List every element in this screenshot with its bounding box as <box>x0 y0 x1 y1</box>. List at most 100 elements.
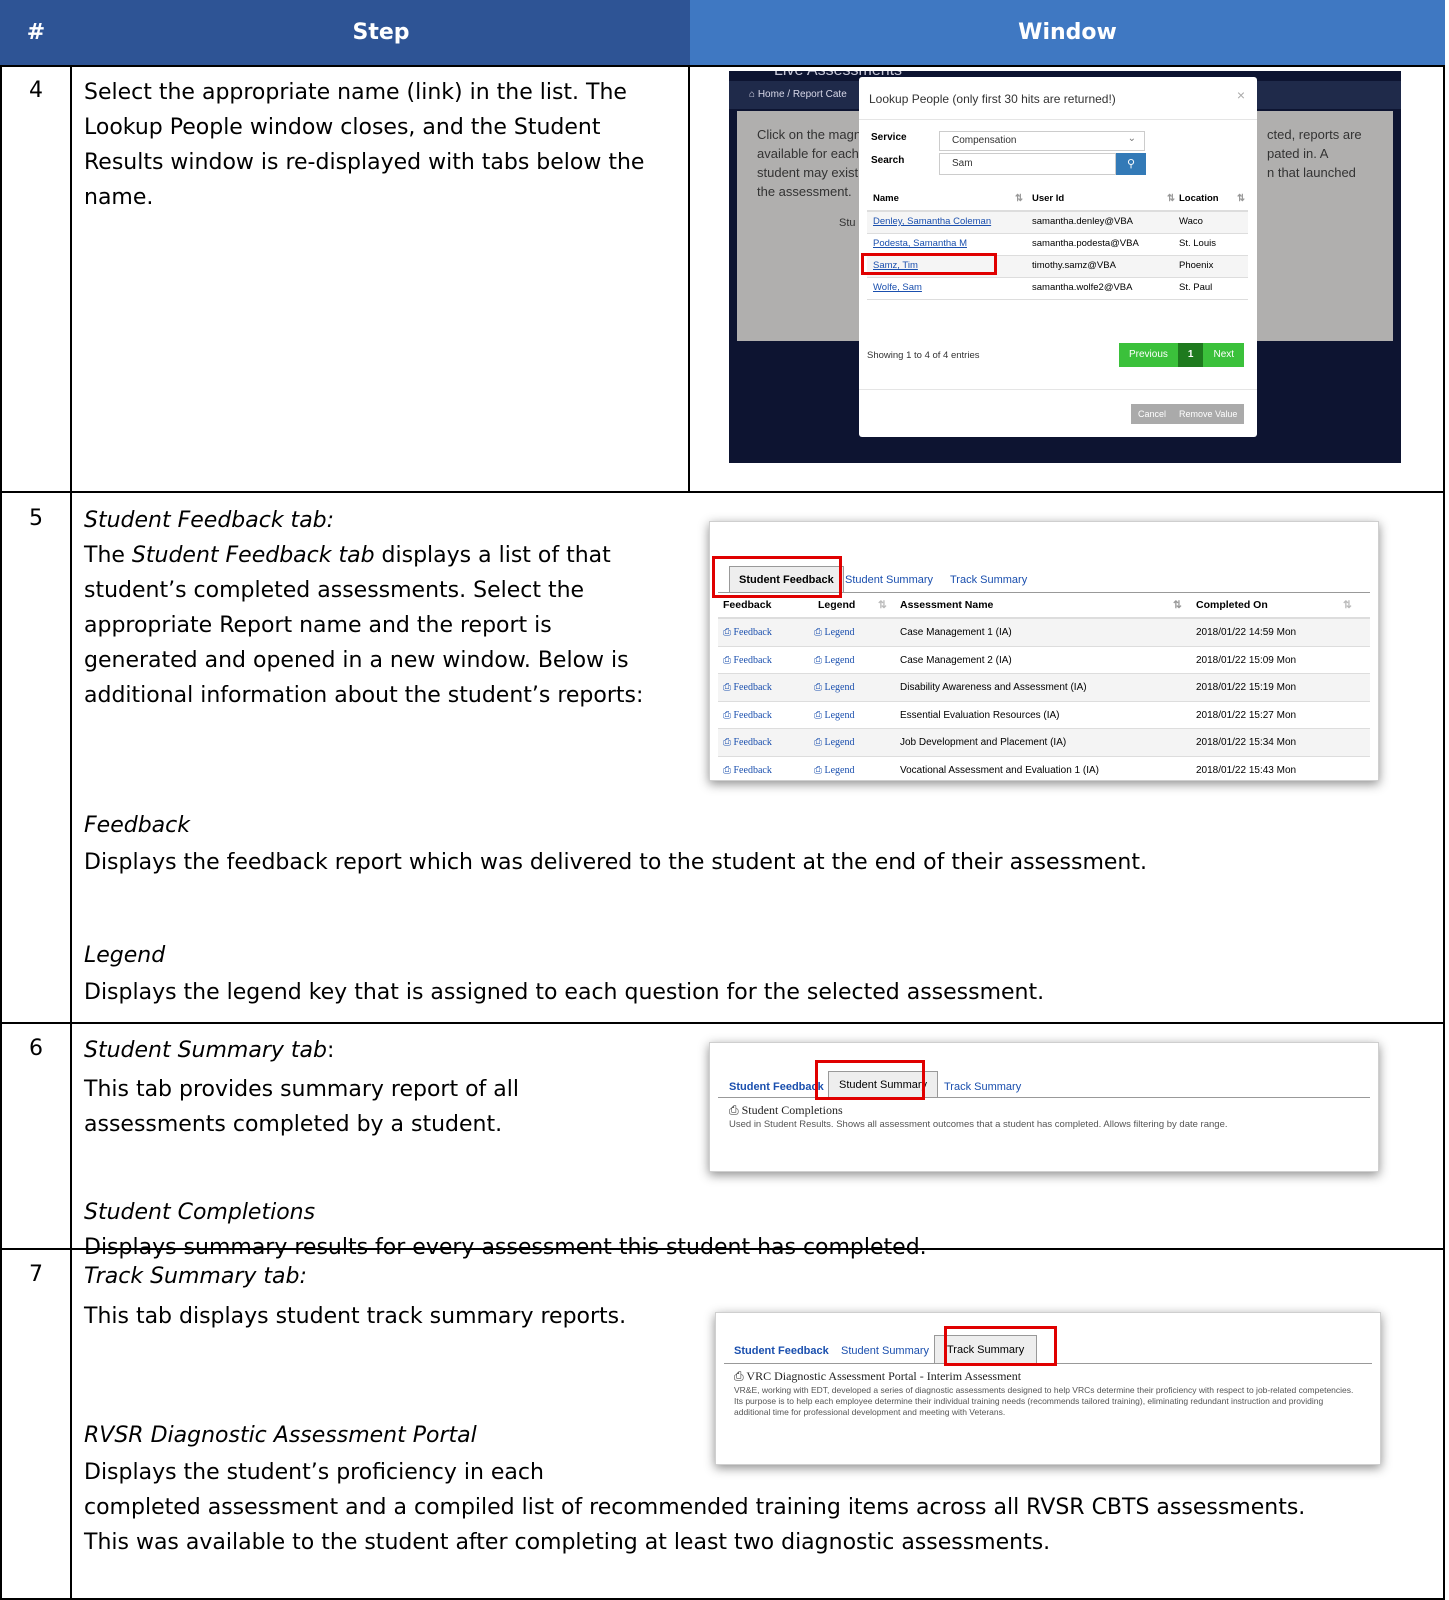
completed-on: 2018/01/22 15:27 Mon <box>1196 709 1297 721</box>
print-icon: ⎙ <box>814 682 822 693</box>
legend-link[interactable]: ⎙ Legend <box>814 655 855 666</box>
person-user-id: timothy.samz@VBA <box>1032 260 1116 271</box>
assessment-name: Case Management 1 (IA) <box>900 627 1012 638</box>
column-divider <box>70 65 72 1600</box>
row-divider <box>0 1022 1445 1024</box>
sort-icon[interactable]: ⇅ <box>1173 599 1182 611</box>
sort-icon[interactable]: ⇅ <box>1237 193 1245 204</box>
person-user-id: samantha.podesta@VBA <box>1032 238 1139 249</box>
sort-icon[interactable]: ⇅ <box>878 599 887 611</box>
student-completions-link[interactable]: ⎙ Student Completions <box>729 1103 843 1118</box>
search-button[interactable]: ⚲ <box>1116 153 1146 175</box>
step-number: 6 <box>29 1036 43 1061</box>
rvsr-text-line-3: This was available to the student after … <box>84 1530 1051 1555</box>
service-select[interactable]: Compensation ⌄ <box>939 131 1145 151</box>
step-title: Track Summary tab: <box>84 1264 307 1289</box>
sort-icon[interactable]: ⇅ <box>1343 599 1352 611</box>
step-text: Select the appropriate name (link) in th… <box>84 80 645 210</box>
tab-student-feedback[interactable]: Student Feedback <box>729 1081 824 1093</box>
step-text: This tab provides summary report of all … <box>84 1077 519 1137</box>
previous-button[interactable]: Previous <box>1119 343 1178 367</box>
print-icon: ⎙ <box>814 627 822 638</box>
feedback-description: Displays the feedback report which was d… <box>84 850 1147 875</box>
sort-icon[interactable]: ⇅ <box>1167 193 1175 204</box>
page-1-button[interactable]: 1 <box>1177 343 1204 367</box>
assessment-name: Job Development and Placement (IA) <box>900 737 1067 748</box>
lookup-people-screenshot: Live Assessments ⌂ Home / Report Cate Cl… <box>729 71 1401 463</box>
legend-link[interactable]: ⎙ Legend <box>814 710 855 721</box>
step-number: 7 <box>29 1262 43 1287</box>
close-icon[interactable]: × <box>1237 87 1245 103</box>
print-icon: ⎙ <box>814 764 822 776</box>
step-text: This tab displays student track summary … <box>84 1304 627 1329</box>
person-location: St. Paul <box>1179 282 1213 293</box>
subheading-student-completions: Student Completions <box>84 1200 316 1225</box>
people-table: Name ⇅ User Id ⇅ Location ⇅ Denley, Sama… <box>867 190 1248 300</box>
print-icon: ⎙ <box>814 737 822 748</box>
background-text: Click on the magn available for each stu… <box>757 127 862 229</box>
highlight-box <box>944 1326 1057 1366</box>
table-header: Name ⇅ User Id ⇅ Location ⇅ <box>867 190 1248 212</box>
header-window: Window <box>690 0 1445 65</box>
pagination: Previous 1 Next <box>1119 343 1245 367</box>
student-summary-screenshot: Student Feedback Student Summary Track S… <box>709 1042 1379 1172</box>
row-divider <box>0 491 1445 493</box>
print-icon: ⎙ <box>723 737 731 748</box>
person-location: Waco <box>1179 216 1203 227</box>
completed-on: 2018/01/22 14:59 Mon <box>1196 627 1297 638</box>
print-icon: ⎙ <box>814 709 822 721</box>
step-title: Student Summary tab: <box>84 1038 335 1063</box>
column-divider <box>0 65 2 1600</box>
feedback-link[interactable]: ⎙ Feedback <box>723 627 772 638</box>
track-portal-link[interactable]: ⎙ VRC Diagnostic Assessment Portal - Int… <box>734 1369 1021 1384</box>
feedback-link[interactable]: ⎙ Feedback <box>723 655 772 666</box>
feedback-link[interactable]: ⎙ Feedback <box>723 765 772 776</box>
tab-student-summary[interactable]: Student Summary <box>841 1345 929 1357</box>
person-location: St. Louis <box>1179 238 1216 249</box>
legend-link[interactable]: ⎙ Legend <box>814 627 855 638</box>
column-divider <box>1443 65 1445 1600</box>
legend-link[interactable]: ⎙ Legend <box>814 765 855 776</box>
next-button[interactable]: Next <box>1203 343 1245 367</box>
table-row: ⎙ Feedback ⎙ Legend Case Management 1 (IA)… <box>718 619 1370 647</box>
feedback-link[interactable]: ⎙ Feedback <box>723 682 772 693</box>
print-icon: ⎙ <box>723 764 731 776</box>
person-name-link[interactable]: Denley, Samantha Coleman <box>873 216 991 227</box>
search-label: Search <box>871 155 905 166</box>
step-text: The Student Feedback tab displays a list… <box>84 543 644 708</box>
highlight-box <box>815 1060 925 1100</box>
subheading-legend: Legend <box>84 943 166 968</box>
row-divider <box>0 65 1445 67</box>
person-name-link[interactable]: Wolfe, Sam <box>873 282 922 293</box>
legend-link[interactable]: ⎙ Legend <box>814 737 855 748</box>
table-row: ⎙ Feedback ⎙ Legend Essential Evaluation R… <box>718 702 1370 729</box>
showing-count: Showing 1 to 4 of 4 entries <box>867 350 980 361</box>
chevron-down-icon: ⌄ <box>1127 133 1136 144</box>
search-input[interactable]: Sam <box>939 153 1116 175</box>
cancel-button[interactable]: Cancel <box>1131 404 1174 424</box>
step-number: 5 <box>29 506 43 531</box>
step-title: Student Feedback tab: <box>84 508 335 533</box>
remove-value-button[interactable]: Remove Value <box>1172 404 1245 424</box>
feedback-link[interactable]: ⎙ Feedback <box>723 737 772 748</box>
person-name-link[interactable]: Podesta, Samantha M <box>873 238 967 249</box>
step-number: 4 <box>29 78 43 103</box>
legend-description: Displays the legend key that is assigned… <box>84 980 1045 1005</box>
tab-track-summary[interactable]: Track Summary <box>950 574 1027 586</box>
tab-track-summary[interactable]: Track Summary <box>944 1081 1021 1093</box>
tab-student-summary[interactable]: Student Summary <box>845 574 933 586</box>
table-row: ⎙ Feedback ⎙ Legend Disability Awareness a… <box>718 674 1370 702</box>
print-icon: ⎙ <box>723 709 731 721</box>
tab-student-feedback[interactable]: Student Feedback <box>734 1345 829 1357</box>
service-label: Service <box>871 132 907 143</box>
table-row: Denley, Samantha Coleman samantha.denley@… <box>867 212 1248 234</box>
completed-on: 2018/01/22 15:09 Mon <box>1196 654 1297 666</box>
feedback-link[interactable]: ⎙ Feedback <box>723 710 772 721</box>
search-icon: ⚲ <box>1126 157 1136 170</box>
completed-on: 2018/01/22 15:34 Mon <box>1196 737 1297 748</box>
legend-link[interactable]: ⎙ Legend <box>814 682 855 693</box>
sort-icon[interactable]: ⇅ <box>1015 193 1023 204</box>
highlight-box <box>861 253 997 275</box>
modal-title: Lookup People (only first 30 hits are re… <box>869 92 1116 106</box>
background-text-right: cted, reports are pated in. A n that lau… <box>1267 127 1362 180</box>
